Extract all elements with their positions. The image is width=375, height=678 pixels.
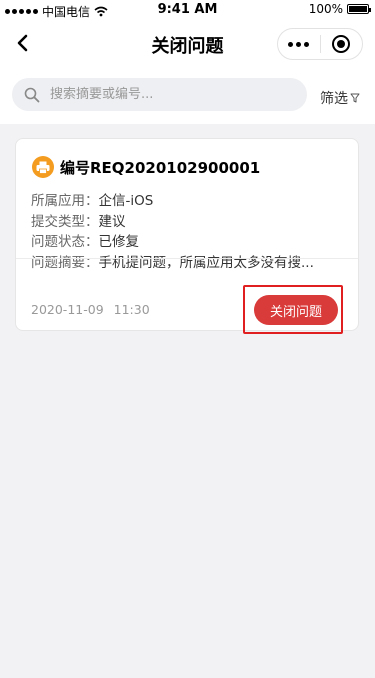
close-issue-highlight: 关闭问题: [243, 285, 343, 334]
issue-time: 11:30: [113, 302, 150, 317]
printer-icon: [32, 156, 54, 178]
issue-date: 2020-11-09: [31, 302, 104, 317]
funnel-icon: [350, 93, 360, 103]
issue-fields: 所属应用：企信-iOS 提交类型：建议 问题状态：已修复 问题摘要：手机提问题，…: [31, 191, 343, 273]
filter-label: 筛选: [320, 91, 348, 107]
card-header: 编号REQ2020102900001: [32, 156, 260, 178]
target-icon: [332, 35, 351, 53]
field-app-value: 企信-iOS: [98, 193, 154, 209]
close-miniprogram-button[interactable]: [321, 29, 363, 59]
close-issue-button[interactable]: 关闭问题: [254, 295, 338, 325]
search-icon: [24, 87, 40, 102]
battery-group: 100%: [308, 2, 371, 16]
field-status-value: 已修复: [98, 234, 140, 250]
field-app-label: 所属应用：: [31, 193, 99, 209]
nav-bar: 关闭问题: [0, 20, 375, 68]
battery-percent: 100%: [308, 2, 343, 16]
field-status: 问题状态：已修复: [31, 232, 343, 253]
field-status-label: 问题状态：: [31, 234, 99, 250]
battery-icon: [347, 4, 371, 14]
more-button[interactable]: [278, 29, 320, 59]
search-box[interactable]: [12, 78, 307, 111]
status-bar: 中国电信 9:41 AM 100%: [0, 0, 375, 20]
filter-button[interactable]: 筛选: [320, 88, 360, 108]
field-summary-label: 问题摘要：: [31, 254, 99, 271]
issue-timestamp: 2020-11-09 11:30: [31, 302, 150, 317]
field-type-label: 提交类型：: [31, 213, 99, 230]
more-dots-icon: [288, 41, 310, 47]
search-input[interactable]: [48, 86, 292, 103]
mini-program-capsule: [277, 28, 363, 60]
field-type-value: 建议: [98, 213, 126, 230]
field-app: 所属应用：企信-iOS: [31, 191, 343, 212]
card-divider: [16, 258, 358, 259]
field-type: 提交类型：建议: [31, 212, 343, 233]
field-summary: 问题摘要：手机提问题，所属应用太多没有搜...: [31, 253, 343, 274]
search-area: 筛选: [0, 68, 375, 124]
battery-level: [349, 6, 367, 12]
issue-number: 编号REQ2020102900001: [60, 158, 261, 177]
field-summary-value: 手机提问题，所属应用太多没有搜...: [98, 254, 314, 271]
